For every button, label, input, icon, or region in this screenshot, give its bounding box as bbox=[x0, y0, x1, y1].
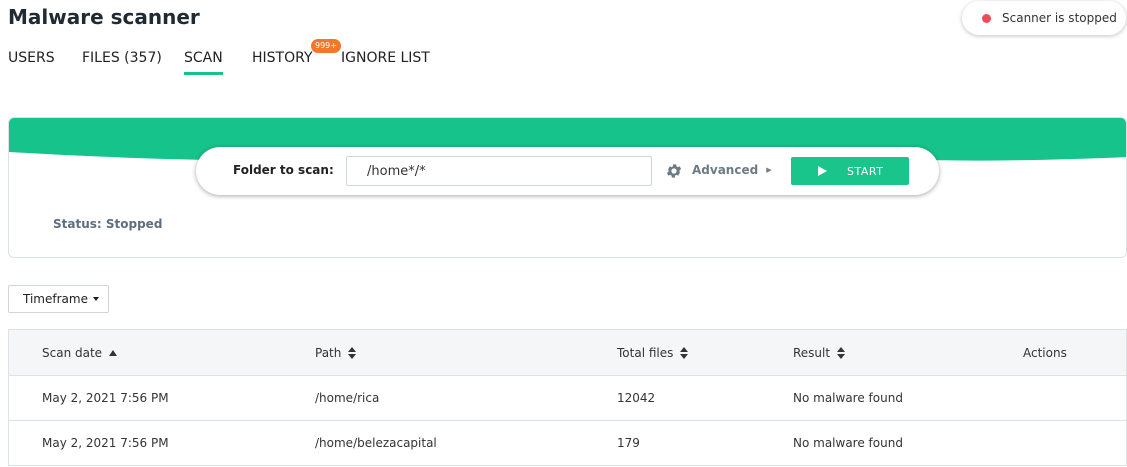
column-header-scan-date[interactable]: Scan date bbox=[42, 346, 118, 360]
scan-history-table: Scan date Path Total files Result Action… bbox=[8, 329, 1127, 466]
column-header-total-files[interactable]: Total files bbox=[617, 346, 689, 360]
scan-status-text: Status: Stopped bbox=[53, 217, 163, 231]
timeframe-dropdown[interactable]: Timeframe bbox=[8, 285, 109, 313]
folder-to-scan-label: Folder to scan: bbox=[233, 163, 334, 177]
sort-icon bbox=[837, 347, 846, 359]
column-header-result[interactable]: Result bbox=[793, 346, 846, 360]
cell-path: /home/rica bbox=[315, 391, 380, 405]
cell-result: No malware found bbox=[793, 391, 903, 405]
cell-path: /home/belezacapital bbox=[315, 436, 437, 450]
tab-scan[interactable]: SCAN bbox=[184, 50, 223, 75]
history-count-badge: 999+ bbox=[311, 39, 341, 53]
timeframe-label: Timeframe bbox=[23, 292, 88, 306]
column-label: Result bbox=[793, 346, 831, 360]
caret-right-icon: ▶ bbox=[766, 166, 772, 174]
column-label: Path bbox=[315, 346, 342, 360]
cell-result: No malware found bbox=[793, 436, 903, 450]
folder-path-input[interactable] bbox=[346, 156, 652, 186]
column-header-path[interactable]: Path bbox=[315, 346, 357, 360]
sort-icon bbox=[348, 347, 357, 359]
table-row: May 2, 2021 7:56 PM /home/rica 12042 No … bbox=[9, 376, 1126, 421]
column-label: Total files bbox=[617, 346, 674, 360]
scanner-status-label: Scanner is stopped bbox=[1002, 11, 1117, 25]
cell-total-files: 12042 bbox=[617, 391, 656, 405]
sort-icon bbox=[680, 347, 689, 359]
tab-files[interactable]: FILES (357) bbox=[82, 50, 162, 66]
status-dot-icon bbox=[982, 13, 991, 23]
gear-icon[interactable] bbox=[665, 162, 683, 180]
start-label: START bbox=[847, 164, 884, 178]
caret-down-icon bbox=[92, 297, 99, 301]
cell-scan-date: May 2, 2021 7:56 PM bbox=[42, 436, 169, 450]
scan-controls: Folder to scan: Advanced ▶ START bbox=[196, 147, 939, 195]
page-title: Malware scanner bbox=[8, 5, 200, 29]
cell-total-files: 179 bbox=[617, 436, 640, 450]
advanced-toggle[interactable]: Advanced ▶ bbox=[692, 163, 772, 177]
tab-users[interactable]: USERS bbox=[8, 50, 55, 66]
column-header-actions: Actions bbox=[1023, 346, 1067, 360]
column-label: Scan date bbox=[42, 346, 103, 360]
table-header: Scan date Path Total files Result Action… bbox=[9, 330, 1126, 376]
start-scan-button[interactable]: START bbox=[791, 157, 909, 185]
column-label: Actions bbox=[1023, 346, 1067, 360]
advanced-label: Advanced bbox=[692, 163, 759, 177]
cell-scan-date: May 2, 2021 7:56 PM bbox=[42, 391, 169, 405]
play-icon bbox=[818, 166, 827, 176]
sort-ascending-icon bbox=[109, 350, 118, 356]
tab-ignore-list[interactable]: IGNORE LIST bbox=[341, 50, 430, 66]
tab-history[interactable]: HISTORY bbox=[252, 50, 313, 66]
table-row: May 2, 2021 7:56 PM /home/belezacapital … bbox=[9, 421, 1126, 466]
scanner-status-indicator: Scanner is stopped bbox=[962, 1, 1126, 35]
